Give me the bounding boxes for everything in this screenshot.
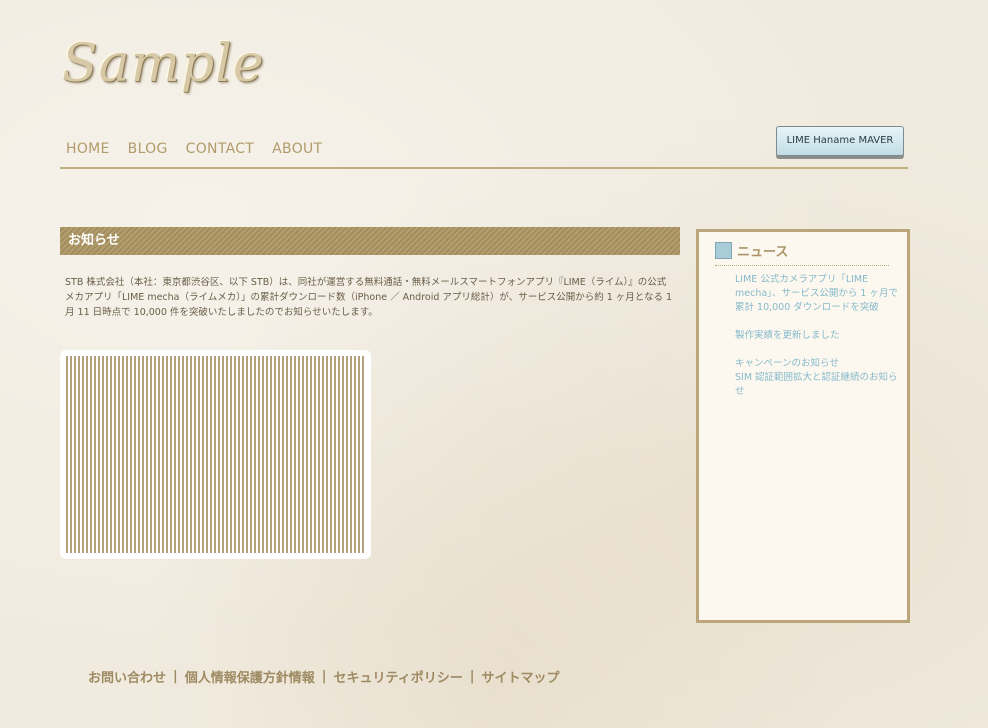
main-nav: HOME BLOG CONTACT ABOUT (66, 141, 322, 157)
nav-divider (60, 167, 908, 169)
notice-heading: お知らせ (60, 227, 680, 255)
notice-body: STB 株式会社（本社：東京都渋谷区、以下 STB）は、同社が運営する無料通話・… (65, 277, 673, 318)
news-item-works-update[interactable]: 製作実績を更新しました (735, 329, 905, 343)
footer-contact[interactable]: お問い合わせ (88, 667, 166, 686)
footer-security[interactable]: セキュリティポリシー (334, 667, 463, 686)
footer-privacy[interactable]: 個人情報保護方針情報 (185, 667, 315, 686)
news-item-sim-auth[interactable]: SIM 認証範囲拡大と認証継続のお知らせ (735, 371, 905, 399)
lime-haname-maver-button[interactable]: LIME Haname MAVER (776, 126, 904, 156)
nav-blog[interactable]: BLOG (128, 141, 168, 157)
footer-sitemap[interactable]: サイトマップ (482, 667, 560, 686)
news-item-campaign[interactable]: キャンペーンのお知らせ (735, 357, 905, 371)
image-frame (60, 350, 371, 559)
placeholder-image (66, 356, 365, 553)
news-sidebar: ニュース LIME 公式カメラアプリ「LIME mecha」、サービス公開から … (696, 229, 910, 623)
footer-separator: | (321, 669, 327, 684)
news-title-text: ニュース (737, 245, 789, 260)
nav-about[interactable]: ABOUT (272, 141, 322, 157)
nav-home[interactable]: HOME (66, 141, 110, 157)
nav-contact[interactable]: CONTACT (186, 141, 255, 157)
news-list: LIME 公式カメラアプリ「LIME mecha」、サービス公開から 1 ヶ月で… (735, 273, 905, 413)
news-item-lime-mecha[interactable]: LIME 公式カメラアプリ「LIME mecha」、サービス公開から 1 ヶ月で… (735, 273, 905, 315)
footer-separator: | (173, 669, 178, 684)
news-divider (715, 265, 889, 266)
site-logo[interactable]: Sample (62, 34, 265, 94)
square-icon (715, 242, 732, 259)
news-title: ニュース (715, 241, 788, 260)
footer-links: お問い合わせ | 個人情報保護方針情報 | セキュリティポリシー | サイトマッ… (88, 667, 560, 686)
footer-separator: | (469, 669, 475, 684)
